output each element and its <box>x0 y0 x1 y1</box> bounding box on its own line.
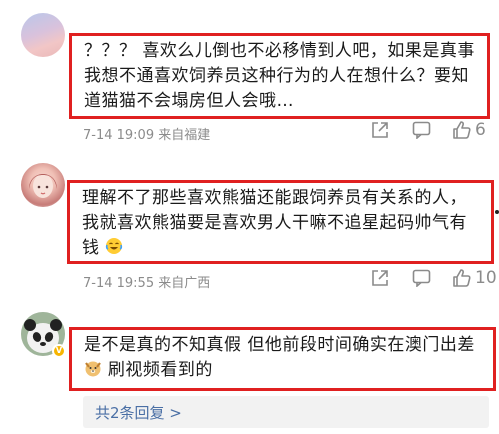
like-count: 6 <box>475 120 486 140</box>
comment-feed: ？？？ 喜欢么儿倒也不必移情到人吧，如果是真事我想不通喜欢饲养员这种行为的人在想… <box>0 0 499 434</box>
verified-badge: V <box>52 344 66 358</box>
view-replies-label: 共2条回复 > <box>95 403 182 422</box>
like-button[interactable]: 10 <box>452 268 497 288</box>
share-icon[interactable] <box>370 120 390 140</box>
comment-text-main: 理解不了那些喜欢熊猫还能跟饲养员有关系的人，我就喜欢熊猫要是喜欢男人干嘛不追星起… <box>82 188 467 258</box>
comment-text: ？？？ 喜欢么儿倒也不必移情到人吧，如果是真事我想不通喜欢饲养员这种行为的人在想… <box>84 41 475 111</box>
comment-highlight-box: 理解不了那些喜欢熊猫还能跟饲养员有关系的人，我就喜欢熊猫要是喜欢男人干嘛不追星起… <box>67 180 494 264</box>
comment-actions: 10 <box>370 268 497 288</box>
comment-meta: 7-14 19:55 来自广西 <box>83 276 211 291</box>
share-icon[interactable] <box>370 268 390 288</box>
thumbs-up-icon <box>453 269 471 287</box>
comment-meta: 7-14 19:09 来自福建 <box>83 128 211 143</box>
comment-text-part2: 刷视频看到的 <box>107 360 213 380</box>
comment-icon[interactable] <box>411 120 431 140</box>
comment-icon[interactable] <box>411 268 431 288</box>
comment-text-part1: 是不是真的不知真假 但他前段时间确实在澳门出差 <box>84 335 475 355</box>
avatar[interactable] <box>21 163 65 207</box>
comment-highlight-box: 是不是真的不知真假 但他前段时间确实在澳门出差 刷视频看到的 <box>69 327 496 391</box>
page-dot <box>495 210 499 214</box>
comment-text: 理解不了那些喜欢熊猫还能跟饲养员有关系的人，我就喜欢熊猫要是喜欢男人干嘛不追星起… <box>82 186 483 263</box>
comment-highlight-box: ？？？ 喜欢么儿倒也不必移情到人吧，如果是真事我想不通喜欢饲养员这种行为的人在想… <box>69 33 490 119</box>
laughing-crying-emoji-icon <box>105 237 123 263</box>
avatar[interactable] <box>21 13 65 57</box>
like-count: 10 <box>475 268 497 288</box>
comment-text: 是不是真的不知真假 但他前段时间确实在澳门出差 刷视频看到的 <box>84 333 485 385</box>
dog-face-emoji-icon <box>84 359 102 385</box>
comment-actions: 6 <box>370 120 486 140</box>
view-replies-button[interactable]: 共2条回复 > <box>83 396 489 428</box>
like-button[interactable]: 6 <box>452 120 486 140</box>
thumbs-up-icon <box>453 121 471 139</box>
